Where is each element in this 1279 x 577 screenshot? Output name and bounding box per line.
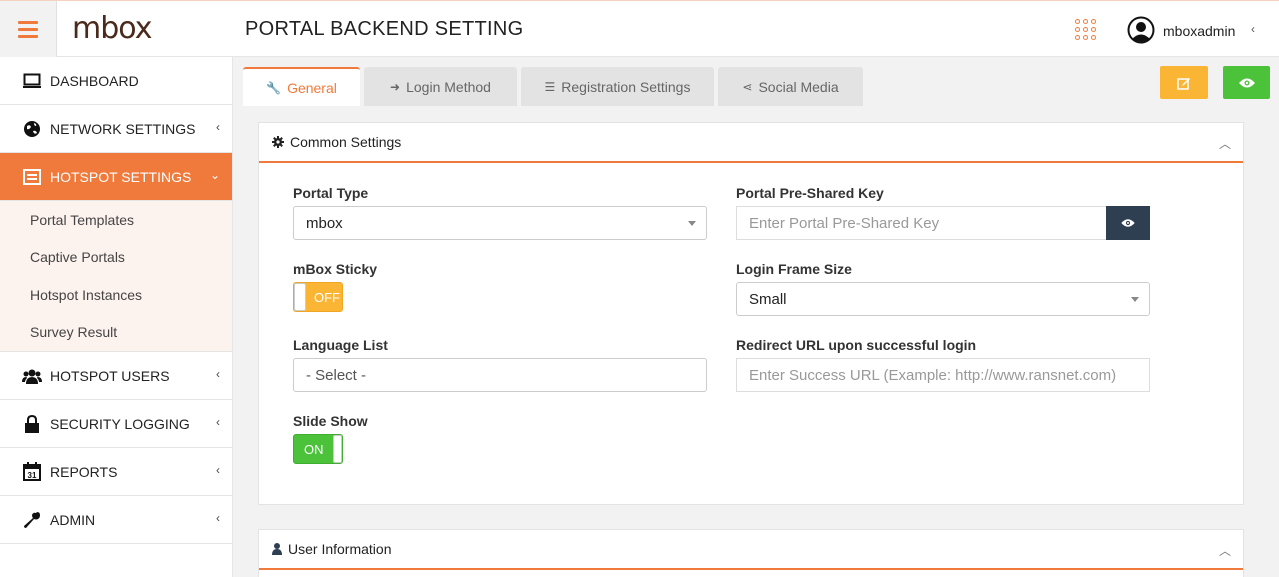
share-icon: ⋖ [742, 79, 753, 94]
submenu-item-hotspot-instances[interactable]: Hotspot Instances [0, 276, 232, 314]
slideshow-label: Slide Show [293, 413, 368, 429]
user-information-header[interactable]: User Information ︿ [259, 530, 1243, 570]
tab-social-media[interactable]: ⋖ Social Media [718, 67, 863, 106]
calendar-icon: 31 [22, 462, 42, 482]
wrench-icon [22, 510, 42, 530]
tab-registration-settings[interactable]: ☰ Registration Settings [521, 67, 714, 106]
users-icon [22, 366, 42, 386]
frame-size-label: Login Frame Size [736, 261, 852, 277]
psk-label: Portal Pre-Shared Key [736, 185, 884, 201]
language-label: Language List [293, 337, 388, 353]
tab-general[interactable]: 🔧 General [243, 67, 360, 106]
hotspot-settings-submenu: Portal Templates Captive Portals Hotspot… [0, 201, 232, 352]
top-header: mbox PORTAL BACKEND SETTING mboxadmin ‹ [0, 0, 1279, 58]
caret-down-icon [1131, 297, 1139, 302]
tab-label: General [287, 79, 337, 96]
chevron-left-icon[interactable]: ‹ [1251, 22, 1255, 36]
portal-type-label: Portal Type [293, 185, 369, 201]
sign-in-icon: ➜ [390, 79, 401, 94]
sidebar-item-label: REPORTS [50, 463, 118, 480]
apps-grid-icon[interactable] [1075, 19, 1097, 41]
show-key-button[interactable] [1106, 206, 1150, 240]
chevron-left-icon: ‹ [216, 511, 220, 525]
eye-icon [1121, 219, 1135, 227]
sidebar-item-label: HOTSPOT USERS [50, 367, 170, 384]
lock-icon [22, 414, 42, 434]
page-title: PORTAL BACKEND SETTING [245, 18, 524, 40]
toggle-state: OFF [314, 289, 340, 305]
chevron-left-icon: ‹ [216, 367, 220, 381]
user-avatar-icon[interactable] [1127, 16, 1155, 44]
sidebar-item-network-settings[interactable]: NETWORK SETTINGS ‹ [0, 105, 232, 153]
redirect-url-label: Redirect URL upon successful login [736, 337, 977, 353]
toggle-knob [332, 435, 342, 463]
sidebar-item-label: NETWORK SETTINGS [50, 120, 196, 137]
sticky-label: mBox Sticky [293, 261, 378, 277]
input-placeholder: Enter Success URL (Example: http://www.r… [749, 366, 1117, 384]
toggle-knob [294, 283, 306, 311]
window-icon [22, 167, 42, 187]
eye-icon [1238, 78, 1255, 87]
settings-tabs: 🔧 General ➜ Login Method ☰ Registration … [243, 67, 863, 106]
edit-icon [1177, 77, 1190, 90]
user-icon [272, 543, 282, 555]
sliders-icon: ☰ [544, 79, 556, 94]
hamburger-bar [18, 28, 38, 31]
globe-icon [22, 119, 42, 139]
menu-toggle-button[interactable] [0, 1, 57, 58]
caret-down-icon [688, 221, 696, 226]
user-information-panel: User Information ︿ [258, 529, 1244, 577]
tab-label: Login Method [406, 78, 491, 95]
sidebar: DASHBOARD NETWORK SETTINGS ‹ HOTSPOT SET… [0, 57, 233, 577]
edit-button[interactable] [1160, 66, 1208, 99]
sidebar-item-reports[interactable]: 31 REPORTS ‹ [0, 448, 232, 496]
submenu-item-portal-templates[interactable]: Portal Templates [0, 201, 232, 239]
select-value: Small [749, 290, 787, 308]
chevron-left-icon: ‹ [216, 415, 220, 429]
sidebar-item-label: SECURITY LOGGING [50, 415, 190, 432]
chevron-up-icon[interactable]: ︿ [1219, 542, 1231, 559]
panel-title: Common Settings [290, 134, 402, 150]
sidebar-item-label: ADMIN [50, 511, 96, 528]
chevron-left-icon: ‹ [216, 120, 220, 134]
gear-icon [272, 136, 284, 148]
calendar-day-label: 31 [28, 471, 37, 480]
sidebar-item-admin[interactable]: ADMIN ‹ [0, 496, 232, 544]
select-value: mbox [306, 214, 343, 232]
hamburger-bar [18, 35, 38, 38]
language-select[interactable]: - Select - [293, 358, 707, 392]
sidebar-item-dashboard[interactable]: DASHBOARD [0, 57, 232, 105]
input-placeholder: Enter Portal Pre-Shared Key [749, 214, 940, 232]
mbox-logo[interactable]: mbox [72, 11, 152, 46]
frame-size-select[interactable]: Small [736, 282, 1150, 316]
common-settings-header[interactable]: Common Settings ︿ [259, 123, 1243, 163]
hamburger-bar [18, 21, 38, 24]
username-label[interactable]: mboxadmin [1163, 23, 1235, 39]
submenu-item-survey-result[interactable]: Survey Result [0, 314, 232, 352]
toggle-state: ON [304, 441, 324, 457]
panel-title: User Information [288, 541, 392, 557]
chevron-up-icon[interactable]: ︿ [1219, 135, 1231, 152]
chevron-down-icon: ⌄ [209, 168, 220, 182]
tab-login-method[interactable]: ➜ Login Method [364, 67, 517, 106]
sidebar-item-security-logging[interactable]: SECURITY LOGGING ‹ [0, 400, 232, 448]
chevron-left-icon: ‹ [216, 463, 220, 477]
sidebar-item-label: DASHBOARD [50, 72, 139, 89]
select-value: - Select - [306, 366, 367, 384]
tab-label: Social Media [758, 78, 839, 95]
monitor-icon [22, 71, 42, 91]
sticky-toggle[interactable]: OFF [293, 282, 343, 312]
redirect-url-input[interactable]: Enter Success URL (Example: http://www.r… [736, 358, 1150, 392]
preview-button[interactable] [1223, 66, 1270, 99]
slideshow-toggle[interactable]: ON [293, 434, 343, 464]
tab-label: Registration Settings [561, 78, 691, 95]
sidebar-item-hotspot-settings[interactable]: HOTSPOT SETTINGS ⌄ [0, 153, 232, 201]
sidebar-item-label: HOTSPOT SETTINGS [50, 168, 192, 185]
sidebar-item-hotspot-users[interactable]: HOTSPOT USERS ‹ [0, 352, 232, 400]
submenu-item-captive-portals[interactable]: Captive Portals [0, 239, 232, 277]
portal-type-select[interactable]: mbox [293, 206, 707, 240]
wrench-icon: 🔧 [266, 80, 282, 95]
psk-input[interactable]: Enter Portal Pre-Shared Key [736, 206, 1107, 240]
